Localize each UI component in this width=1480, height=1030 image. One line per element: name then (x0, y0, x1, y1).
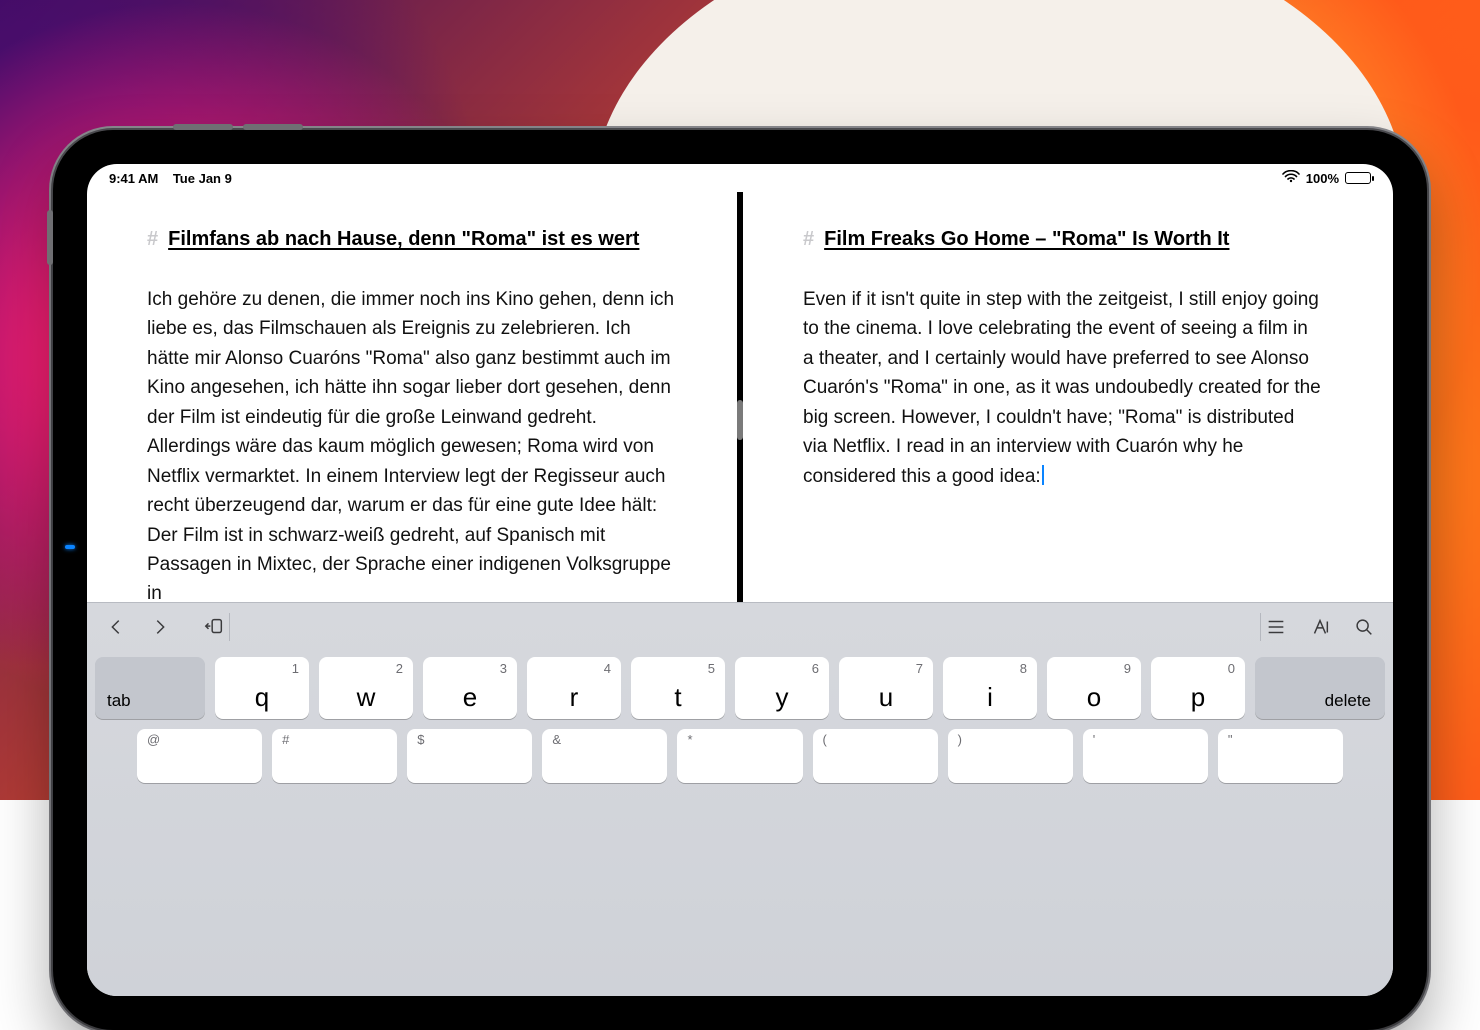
left-title[interactable]: Filmfans ab nach Hause, denn "Roma" ist … (168, 228, 639, 251)
right-body-text: Even if it isn't quite in step with the … (803, 289, 1321, 487)
right-body[interactable]: Even if it isn't quite in step with the … (803, 285, 1323, 491)
battery-percent: 100% (1306, 171, 1339, 186)
charging-indicator (65, 545, 75, 549)
key-sym[interactable]: $ (407, 729, 532, 783)
volume-up-button[interactable] (173, 124, 233, 130)
undo-back-icon[interactable] (105, 616, 127, 638)
ipad-frame: 9:41 AM Tue Jan 9 100% # Filmfans ab nac… (53, 130, 1427, 1030)
key-sym[interactable]: @ (137, 729, 262, 783)
keyboard-row-1: tab 1q2w3e4r5t6y7u8i9o0pdelete (95, 657, 1385, 719)
key-sym[interactable]: # (272, 729, 397, 783)
key-i[interactable]: 8i (943, 657, 1037, 719)
list-icon[interactable] (1265, 616, 1287, 638)
keyboard-accessory-bar (87, 603, 1393, 651)
key-y[interactable]: 6y (735, 657, 829, 719)
text-format-icon[interactable] (1309, 616, 1331, 638)
accessory-separator (1260, 613, 1261, 641)
text-cursor (1042, 465, 1044, 485)
accessory-separator (229, 613, 230, 641)
key-t[interactable]: 5t (631, 657, 725, 719)
key-r[interactable]: 4r (527, 657, 621, 719)
wifi-icon (1282, 170, 1300, 186)
status-bar: 9:41 AM Tue Jan 9 100% (87, 164, 1393, 192)
key-sym[interactable]: & (542, 729, 667, 783)
search-icon[interactable] (1353, 616, 1375, 638)
keyboard-row-2: @#$&*()'" (95, 729, 1385, 783)
key-p[interactable]: 0p (1151, 657, 1245, 719)
key-w[interactable]: 2w (319, 657, 413, 719)
key-sym[interactable]: ( (813, 729, 938, 783)
key-sym[interactable]: " (1218, 729, 1343, 783)
key-q[interactable]: 1q (215, 657, 309, 719)
keyboard: tab 1q2w3e4r5t6y7u8i9o0pdelete @#$&*()'" (87, 602, 1393, 996)
status-time: 9:41 AM (109, 171, 158, 186)
key-o[interactable]: 9o (1047, 657, 1141, 719)
key-e[interactable]: 3e (423, 657, 517, 719)
key-sym[interactable]: * (677, 729, 802, 783)
right-title[interactable]: Film Freaks Go Home – "Roma" Is Worth It (824, 228, 1229, 251)
indent-icon[interactable] (203, 616, 225, 638)
keyboard-keys: tab 1q2w3e4r5t6y7u8i9o0pdelete @#$&*()'" (87, 651, 1393, 783)
redo-forward-icon[interactable] (149, 616, 171, 638)
key-u[interactable]: 7u (839, 657, 933, 719)
volume-down-button[interactable] (243, 124, 303, 130)
delete-key[interactable]: delete (1255, 657, 1385, 719)
status-date: Tue Jan 9 (173, 171, 232, 186)
tab-key[interactable]: tab (95, 657, 205, 719)
left-body[interactable]: Ich gehöre zu denen, die immer noch ins … (147, 285, 677, 609)
power-button[interactable] (47, 210, 53, 265)
battery-icon (1345, 172, 1371, 184)
markdown-hash: # (147, 228, 158, 251)
screen: 9:41 AM Tue Jan 9 100% # Filmfans ab nac… (87, 164, 1393, 996)
key-sym[interactable]: ' (1083, 729, 1208, 783)
key-sym[interactable]: ) (948, 729, 1073, 783)
markdown-hash: # (803, 228, 814, 251)
